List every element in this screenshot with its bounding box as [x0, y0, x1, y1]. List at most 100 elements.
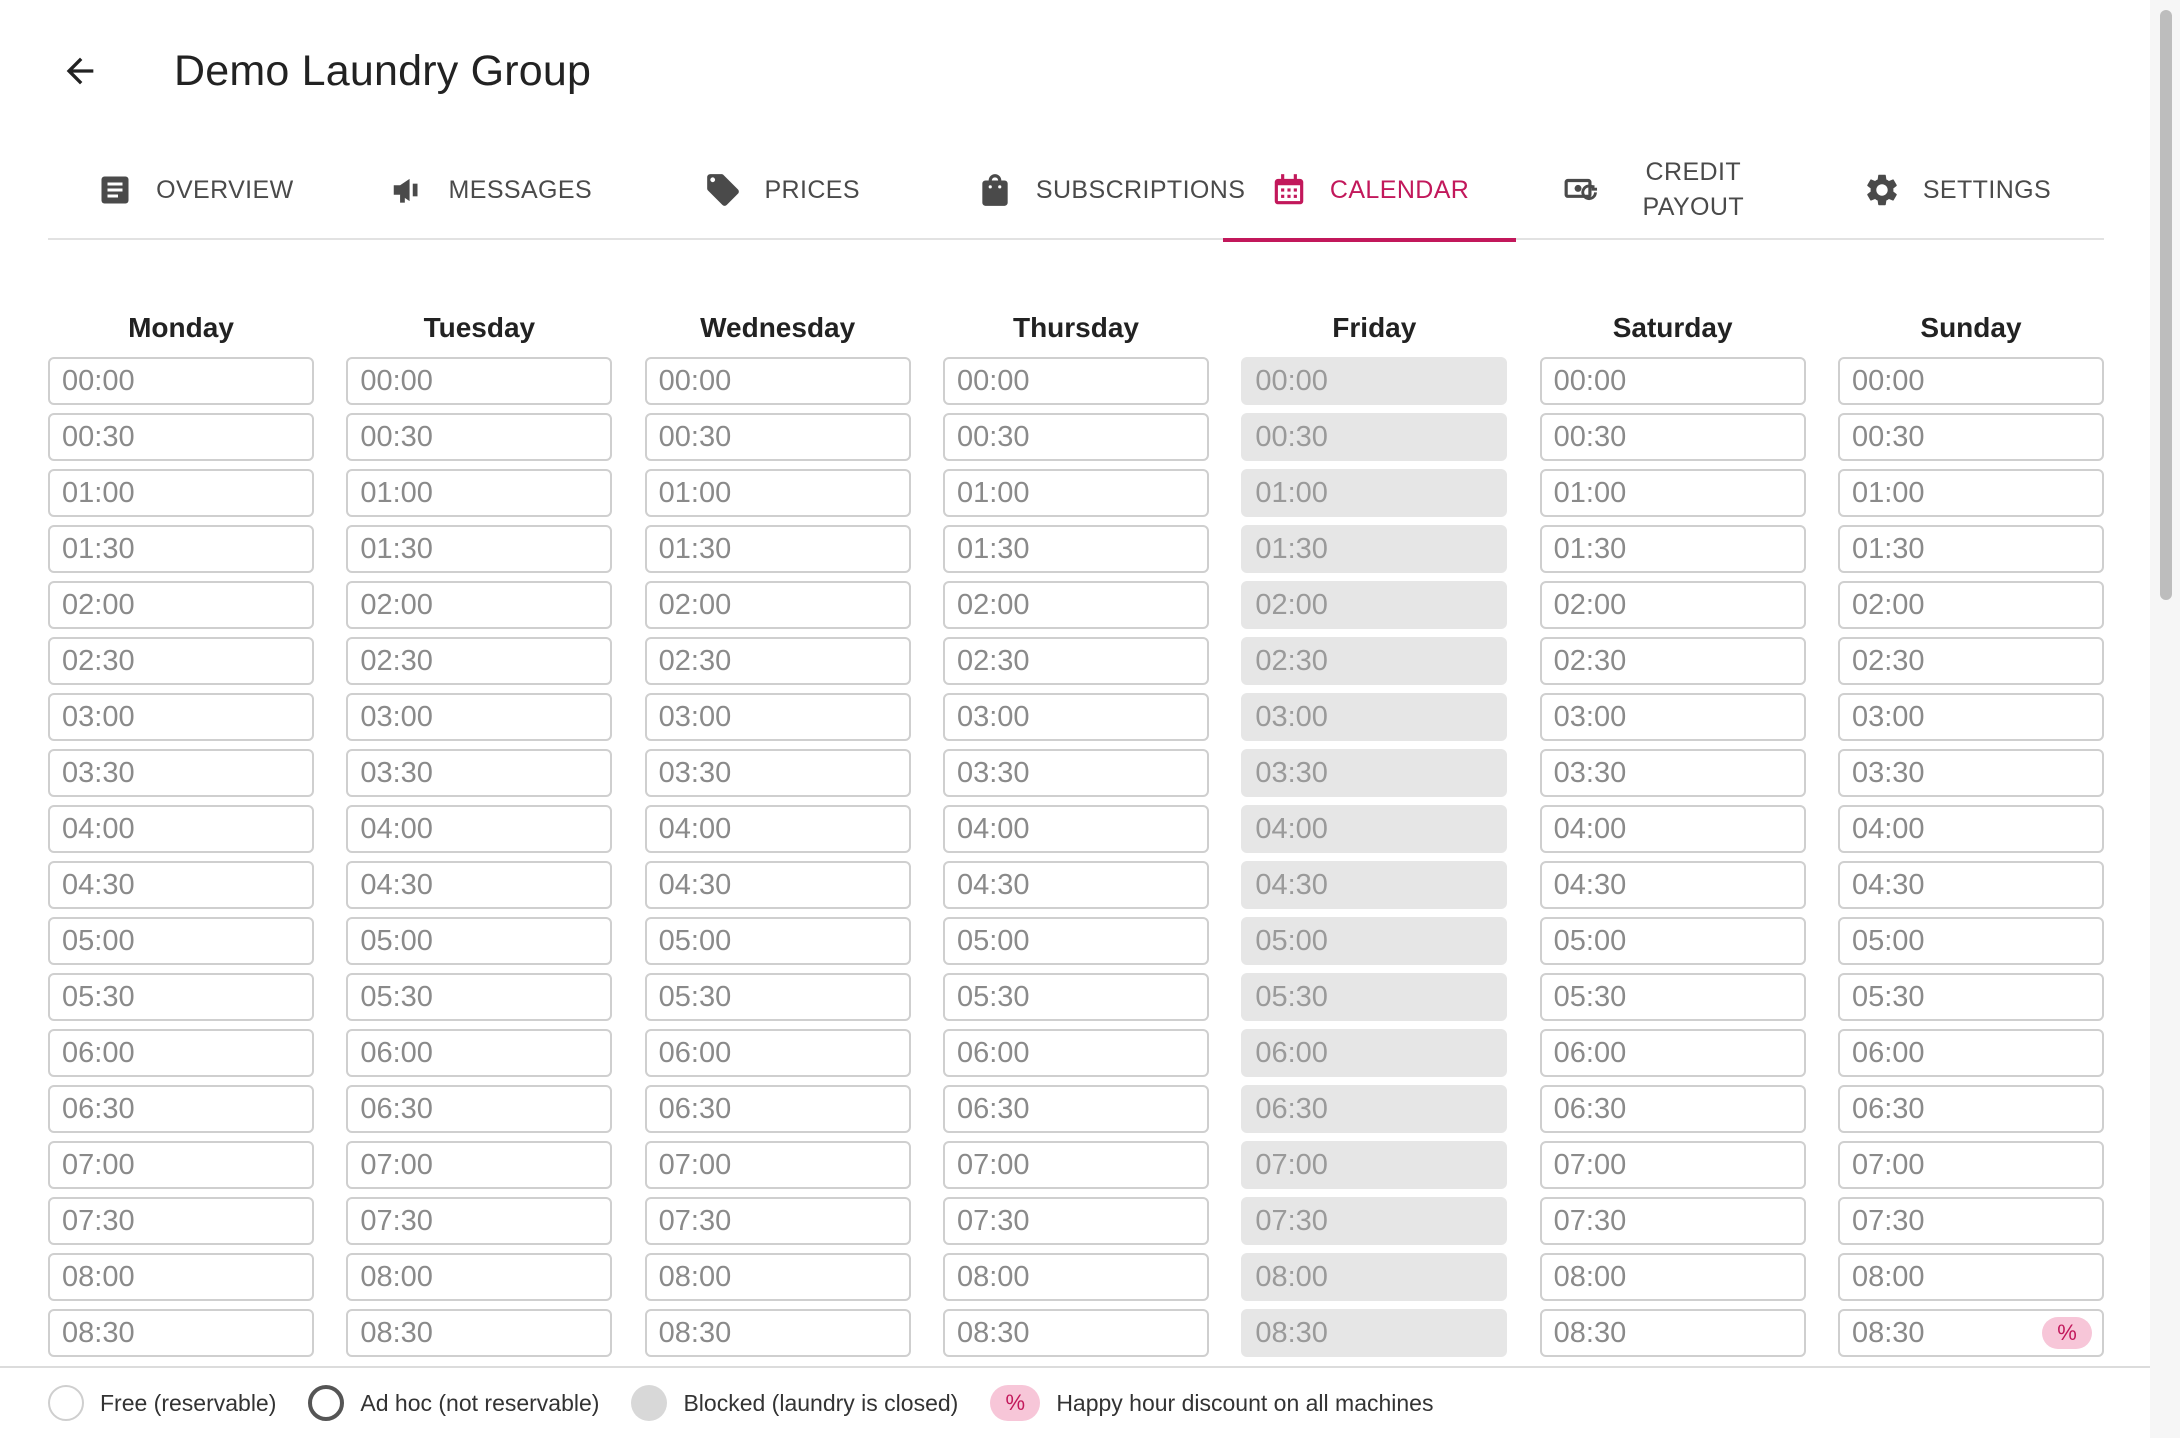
time-slot[interactable]: 08:30% [1837, 1309, 2104, 1357]
time-slot[interactable]: 06:30 [644, 1085, 911, 1133]
time-slot[interactable]: 08:30 [1539, 1309, 1806, 1357]
time-slot[interactable]: 08:00 [942, 1253, 1209, 1301]
time-slot[interactable]: 04:00 [644, 805, 911, 853]
scrollbar-thumb[interactable] [2160, 10, 2172, 600]
tab-subscriptions[interactable]: SUBSCRIPTIONS [929, 140, 1245, 240]
time-slot[interactable]: 07:00 [48, 1141, 314, 1189]
time-slot[interactable]: 03:30 [942, 749, 1209, 797]
time-slot[interactable]: 08:30 [1241, 1309, 1508, 1357]
time-slot[interactable]: 08:00 [1241, 1253, 1508, 1301]
time-slot[interactable]: 07:30 [346, 1197, 613, 1245]
time-slot[interactable]: 05:30 [48, 973, 314, 1021]
time-slot[interactable]: 08:30 [48, 1309, 314, 1357]
time-slot[interactable]: 02:30 [1539, 637, 1806, 685]
time-slot[interactable]: 06:30 [48, 1085, 314, 1133]
time-slot[interactable]: 06:30 [1539, 1085, 1806, 1133]
time-slot[interactable]: 03:30 [48, 749, 314, 797]
time-slot[interactable]: 02:00 [644, 581, 911, 629]
time-slot[interactable]: 02:00 [1241, 581, 1508, 629]
time-slot[interactable]: 03:30 [1539, 749, 1806, 797]
time-slot[interactable]: 05:00 [1539, 917, 1806, 965]
time-slot[interactable]: 08:30 [942, 1309, 1209, 1357]
time-slot[interactable]: 03:00 [346, 693, 613, 741]
time-slot[interactable]: 01:00 [644, 469, 911, 517]
time-slot[interactable]: 03:00 [1241, 693, 1508, 741]
time-slot[interactable]: 07:00 [346, 1141, 613, 1189]
time-slot[interactable]: 02:00 [1837, 581, 2104, 629]
time-slot[interactable]: 06:00 [1539, 1029, 1806, 1077]
time-slot[interactable]: 06:00 [48, 1029, 314, 1077]
time-slot[interactable]: 03:30 [1837, 749, 2104, 797]
time-slot[interactable]: 01:30 [48, 525, 314, 573]
time-slot[interactable]: 03:30 [346, 749, 613, 797]
time-slot[interactable]: 06:30 [346, 1085, 613, 1133]
time-slot[interactable]: 02:30 [942, 637, 1209, 685]
time-slot[interactable]: 06:00 [1241, 1029, 1508, 1077]
time-slot[interactable]: 03:00 [942, 693, 1209, 741]
time-slot[interactable]: 03:30 [644, 749, 911, 797]
time-slot[interactable]: 05:00 [1837, 917, 2104, 965]
time-slot[interactable]: 04:00 [1241, 805, 1508, 853]
time-slot[interactable]: 02:30 [644, 637, 911, 685]
time-slot[interactable]: 06:00 [1837, 1029, 2104, 1077]
tab-prices[interactable]: PRICES [635, 140, 929, 240]
time-slot[interactable]: 01:30 [942, 525, 1209, 573]
time-slot[interactable]: 04:30 [346, 861, 613, 909]
time-slot[interactable]: 05:00 [644, 917, 911, 965]
time-slot[interactable]: 06:00 [644, 1029, 911, 1077]
time-slot[interactable]: 00:00 [48, 357, 314, 405]
time-slot[interactable]: 00:30 [1241, 413, 1508, 461]
time-slot[interactable]: 02:00 [346, 581, 613, 629]
time-slot[interactable]: 07:30 [1241, 1197, 1508, 1245]
time-slot[interactable]: 04:30 [48, 861, 314, 909]
time-slot[interactable]: 04:30 [644, 861, 911, 909]
time-slot[interactable]: 08:00 [644, 1253, 911, 1301]
time-slot[interactable]: 05:00 [48, 917, 314, 965]
time-slot[interactable]: 04:00 [346, 805, 613, 853]
time-slot[interactable]: 01:00 [48, 469, 314, 517]
time-slot[interactable]: 07:00 [1837, 1141, 2104, 1189]
time-slot[interactable]: 07:30 [1539, 1197, 1806, 1245]
time-slot[interactable]: 00:30 [1539, 413, 1806, 461]
time-slot[interactable]: 07:30 [942, 1197, 1209, 1245]
time-slot[interactable]: 02:30 [1837, 637, 2104, 685]
time-slot[interactable]: 00:00 [1539, 357, 1806, 405]
time-slot[interactable]: 03:00 [48, 693, 314, 741]
time-slot[interactable]: 04:00 [1837, 805, 2104, 853]
time-slot[interactable]: 02:00 [48, 581, 314, 629]
time-slot[interactable]: 06:00 [942, 1029, 1209, 1077]
time-slot[interactable]: 08:00 [1837, 1253, 2104, 1301]
time-slot[interactable]: 04:00 [48, 805, 314, 853]
time-slot[interactable]: 06:30 [1241, 1085, 1508, 1133]
time-slot[interactable]: 01:00 [1241, 469, 1508, 517]
time-slot[interactable]: 05:00 [942, 917, 1209, 965]
time-slot[interactable]: 07:30 [1837, 1197, 2104, 1245]
time-slot[interactable]: 05:00 [1241, 917, 1508, 965]
time-slot[interactable]: 01:00 [1837, 469, 2104, 517]
time-slot[interactable]: 01:00 [1539, 469, 1806, 517]
time-slot[interactable]: 00:00 [346, 357, 613, 405]
time-slot[interactable]: 03:00 [1539, 693, 1806, 741]
back-button[interactable] [48, 39, 112, 103]
time-slot[interactable]: 07:30 [48, 1197, 314, 1245]
time-slot[interactable]: 00:30 [1837, 413, 2104, 461]
time-slot[interactable]: 01:00 [942, 469, 1209, 517]
time-slot[interactable]: 05:30 [1241, 973, 1508, 1021]
time-slot[interactable]: 08:00 [346, 1253, 613, 1301]
time-slot[interactable]: 07:00 [1241, 1141, 1508, 1189]
time-slot[interactable]: 08:30 [346, 1309, 613, 1357]
time-slot[interactable]: 03:30 [1241, 749, 1508, 797]
time-slot[interactable]: 05:30 [1837, 973, 2104, 1021]
time-slot[interactable]: 00:30 [346, 413, 613, 461]
time-slot[interactable]: 02:30 [48, 637, 314, 685]
time-slot[interactable]: 07:30 [644, 1197, 911, 1245]
time-slot[interactable]: 01:00 [346, 469, 613, 517]
time-slot[interactable]: 00:00 [644, 357, 911, 405]
time-slot[interactable]: 04:30 [942, 861, 1209, 909]
time-slot[interactable]: 07:00 [1539, 1141, 1806, 1189]
time-slot[interactable]: 03:00 [1837, 693, 2104, 741]
time-slot[interactable]: 04:30 [1539, 861, 1806, 909]
tab-overview[interactable]: OVERVIEW [48, 140, 342, 240]
tab-calendar[interactable]: CALENDAR [1222, 140, 1517, 242]
time-slot[interactable]: 05:30 [644, 973, 911, 1021]
